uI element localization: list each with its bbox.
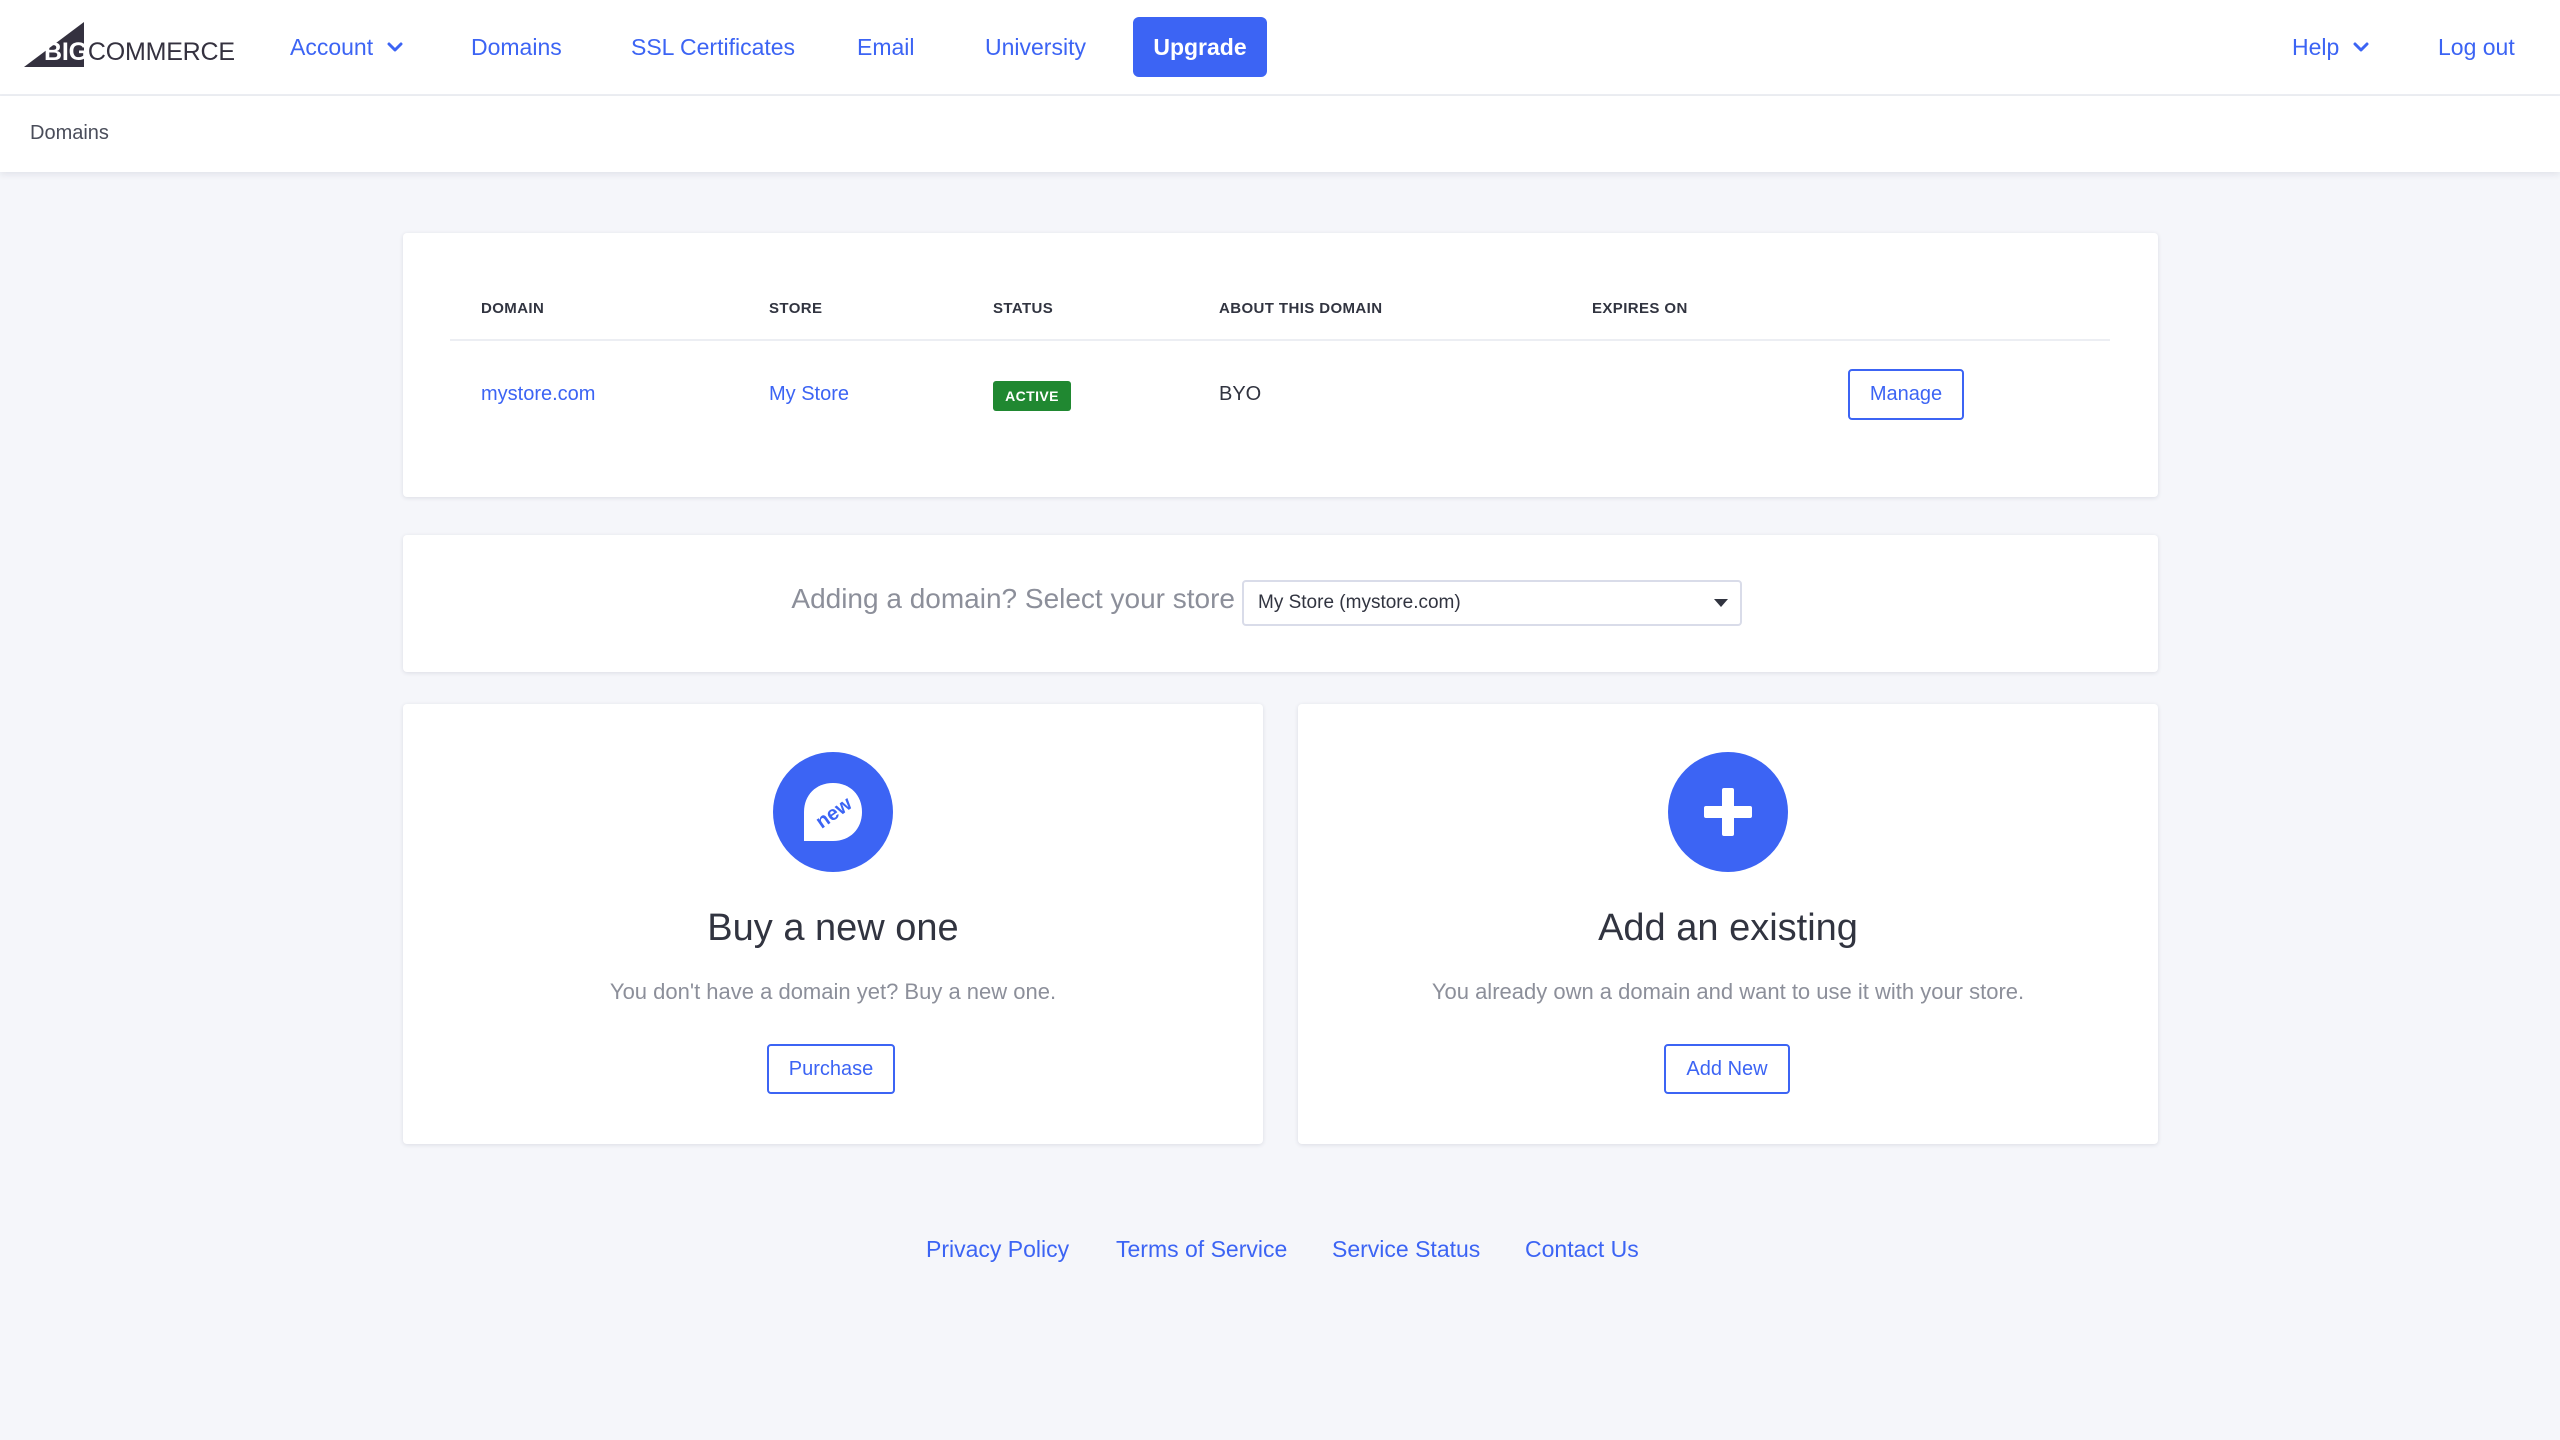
store-select-value: My Store (mystore.com) (1258, 592, 1461, 613)
store-select[interactable]: My Store (mystore.com) (1242, 580, 1742, 626)
purchase-button[interactable]: Purchase (767, 1044, 895, 1094)
nav-university-label: University (985, 33, 1086, 60)
new-tag-icon: new (773, 752, 893, 872)
manage-button[interactable]: Manage (1848, 369, 1964, 420)
add-domain-title: Add an existing (1598, 907, 1858, 949)
buy-domain-card: new Buy a new one You don't have a domai… (403, 704, 1263, 1144)
nav-ssl-label: SSL Certificates (631, 33, 796, 60)
domain-link[interactable]: mystore.com (481, 383, 595, 406)
column-header-store: STORE (769, 300, 823, 317)
column-header-expires: EXPIRES ON (1592, 300, 1688, 317)
footer-contact-us[interactable]: Contact Us (1525, 1236, 1639, 1263)
nav-logout[interactable]: Log out (2438, 0, 2515, 94)
nav-account[interactable]: Account (290, 0, 403, 94)
plus-icon (1668, 752, 1788, 872)
domains-table-card (403, 233, 2158, 497)
buy-domain-title: Buy a new one (707, 907, 959, 949)
store-select-label: Adding a domain? Select your store (791, 583, 1235, 614)
nav-email[interactable]: Email (857, 0, 915, 94)
buy-domain-description: You don't have a domain yet? Buy a new o… (609, 979, 1057, 1004)
top-navigation: BIGCOMMERCE Account Domains SSL Certific… (0, 0, 2560, 96)
nav-logout-label: Log out (2438, 33, 2515, 60)
nav-help[interactable]: Help (2292, 0, 2369, 94)
nav-ssl-certificates[interactable]: SSL Certificates (631, 0, 795, 94)
column-header-about: ABOUT THIS DOMAIN (1219, 300, 1383, 317)
column-header-domain: DOMAIN (481, 300, 545, 317)
nav-help-label: Help (2292, 33, 2340, 60)
footer-terms-of-service[interactable]: Terms of Service (1116, 1236, 1287, 1263)
add-domain-card: Add an existing You already own a domain… (1298, 704, 2158, 1144)
upgrade-button[interactable]: Upgrade (1133, 17, 1267, 77)
nav-university[interactable]: University (985, 0, 1086, 94)
caret-down-icon (1714, 599, 1728, 607)
logo-text-rest: COMMERCE (87, 38, 235, 66)
nav-email-label: Email (857, 33, 915, 60)
table-header-divider (450, 339, 2110, 341)
logo-text-bold: BIG (44, 38, 88, 66)
chevron-down-icon (387, 42, 403, 52)
add-new-button[interactable]: Add New (1664, 1044, 1790, 1094)
footer-service-status[interactable]: Service Status (1332, 1236, 1480, 1263)
nav-domains-label: Domains (471, 33, 562, 60)
breadcrumb: Domains (30, 122, 109, 144)
chevron-down-icon (2353, 42, 2369, 52)
bigcommerce-logo[interactable]: BIGCOMMERCE (24, 22, 235, 68)
about-domain-value: BYO (1219, 383, 1262, 405)
nav-domains[interactable]: Domains (471, 0, 562, 94)
add-domain-description: You already own a domain and want to use… (1431, 979, 2025, 1004)
nav-account-label: Account (290, 33, 374, 60)
breadcrumb-bar: Domains (0, 96, 2560, 172)
status-badge: ACTIVE (993, 381, 1071, 411)
footer-privacy-policy[interactable]: Privacy Policy (926, 1236, 1069, 1263)
column-header-status: STATUS (993, 300, 1054, 317)
store-link[interactable]: My Store (769, 383, 849, 406)
